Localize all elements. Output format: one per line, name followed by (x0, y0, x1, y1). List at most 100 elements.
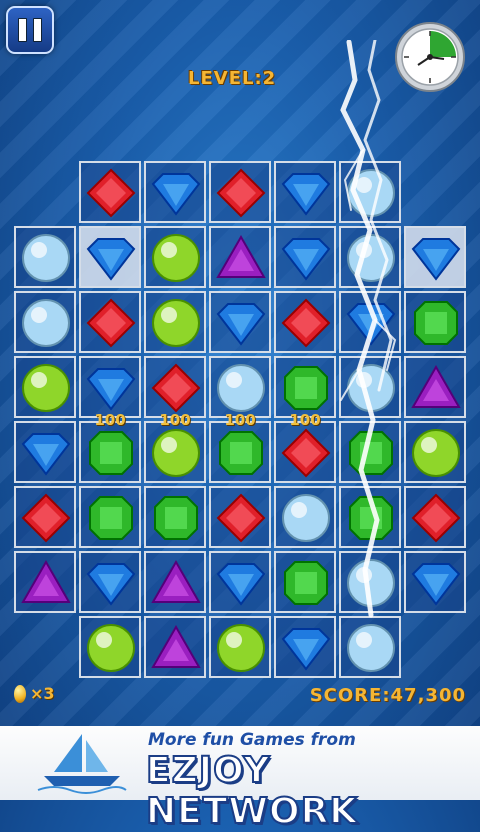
gem-green-icon (87, 624, 135, 672)
board-cell[interactable] (274, 291, 336, 353)
board-cell[interactable] (79, 161, 141, 223)
board-cell[interactable] (79, 421, 141, 483)
board-cell[interactable] (274, 226, 336, 288)
board-cell[interactable] (79, 616, 141, 678)
gem-emerald-icon (219, 431, 263, 475)
board-cell[interactable] (274, 161, 336, 223)
score-label: SCORE:47,300 (309, 685, 466, 706)
gem-green-icon (152, 429, 200, 477)
ad-brand: EZJOY NETWORK (145, 749, 359, 832)
board-cell[interactable] (209, 291, 271, 353)
board-cell[interactable] (339, 616, 401, 678)
board-cell[interactable] (14, 421, 76, 483)
board-cell[interactable] (144, 356, 206, 418)
board-cell[interactable] (404, 356, 466, 418)
gem-blue-icon (151, 173, 201, 216)
board-cell[interactable] (339, 421, 401, 483)
gem-green-icon (152, 234, 200, 282)
board-cell[interactable] (14, 226, 76, 288)
gem-purple-icon (411, 364, 461, 408)
board-cell[interactable] (339, 291, 401, 353)
gem-purple-icon (151, 624, 201, 668)
points-popup: 100 (224, 411, 256, 429)
board-cell[interactable] (339, 356, 401, 418)
gem-blue-icon (281, 628, 331, 671)
points-popup: 100 (289, 411, 321, 429)
board-cell[interactable] (404, 226, 466, 288)
board-cell[interactable] (404, 551, 466, 613)
board-cell[interactable] (14, 356, 76, 418)
board-cell[interactable] (274, 616, 336, 678)
gem-red-icon (281, 428, 331, 478)
board-cell[interactable] (14, 291, 76, 353)
board-cell[interactable] (79, 356, 141, 418)
gem-purple-icon (216, 234, 266, 278)
board-cell[interactable] (274, 421, 336, 483)
board-cell[interactable] (79, 551, 141, 613)
board-cell[interactable] (209, 486, 271, 548)
gem-white-icon (217, 364, 265, 412)
gem-red-icon (216, 493, 266, 543)
gem-emerald-icon (349, 496, 393, 540)
board-cell[interactable] (339, 551, 401, 613)
gem-emerald-icon (284, 561, 328, 605)
gem-emerald-icon (89, 431, 133, 475)
board-cell[interactable] (144, 161, 206, 223)
gem-emerald-icon (154, 496, 198, 540)
gem-blue-icon (281, 238, 331, 281)
board-cell[interactable] (79, 226, 141, 288)
gem-purple-icon (21, 559, 71, 603)
gem-white-icon (22, 234, 70, 282)
gem-blue-icon (411, 238, 461, 281)
gem-emerald-icon (414, 301, 458, 345)
ad-banner[interactable]: More fun Games from EZJOY NETWORK (0, 726, 480, 832)
board-cell[interactable] (339, 486, 401, 548)
board-cell[interactable] (339, 161, 401, 223)
gem-blue-icon (21, 433, 71, 476)
ad-tagline: More fun Games from (148, 730, 356, 750)
board-cell[interactable] (209, 161, 271, 223)
gem-red-icon (216, 168, 266, 218)
gem-emerald-icon (284, 366, 328, 410)
gem-green-icon (152, 299, 200, 347)
board-cell[interactable] (144, 226, 206, 288)
sailboat-logo-icon (37, 734, 127, 794)
board-cell[interactable] (79, 486, 141, 548)
board-cell[interactable] (209, 551, 271, 613)
board-cell[interactable] (209, 226, 271, 288)
gem-white-icon (347, 169, 395, 217)
gem-blue-icon (86, 238, 136, 281)
board-cell[interactable] (144, 421, 206, 483)
gem-emerald-icon (89, 496, 133, 540)
board-cell[interactable] (14, 486, 76, 548)
board-cell[interactable] (144, 616, 206, 678)
gem-white-icon (347, 559, 395, 607)
board-cell[interactable] (144, 291, 206, 353)
board-cell[interactable] (339, 226, 401, 288)
gem-blue-icon (346, 303, 396, 346)
board-cell[interactable] (79, 291, 141, 353)
gem-emerald-icon (349, 431, 393, 475)
board-cell[interactable] (14, 551, 76, 613)
gem-red-icon (281, 298, 331, 348)
board-cell[interactable] (404, 486, 466, 548)
gem-blue-icon (86, 368, 136, 411)
board-cell[interactable] (274, 551, 336, 613)
board-cell[interactable] (274, 486, 336, 548)
board-cell[interactable] (209, 616, 271, 678)
board-cell[interactable] (209, 421, 271, 483)
gem-purple-icon (151, 559, 201, 603)
board-cell[interactable] (144, 551, 206, 613)
gem-blue-icon (216, 563, 266, 606)
points-popup: 100 (159, 411, 191, 429)
gem-white-icon (22, 299, 70, 347)
gem-white-icon (347, 234, 395, 282)
board-cell[interactable] (274, 356, 336, 418)
board-cell[interactable] (209, 356, 271, 418)
gem-blue-icon (216, 303, 266, 346)
gems-remaining: ×3 (14, 684, 55, 703)
board-cell[interactable] (404, 291, 466, 353)
coin-icon (14, 684, 26, 703)
board-cell[interactable] (144, 486, 206, 548)
board-cell[interactable] (404, 421, 466, 483)
